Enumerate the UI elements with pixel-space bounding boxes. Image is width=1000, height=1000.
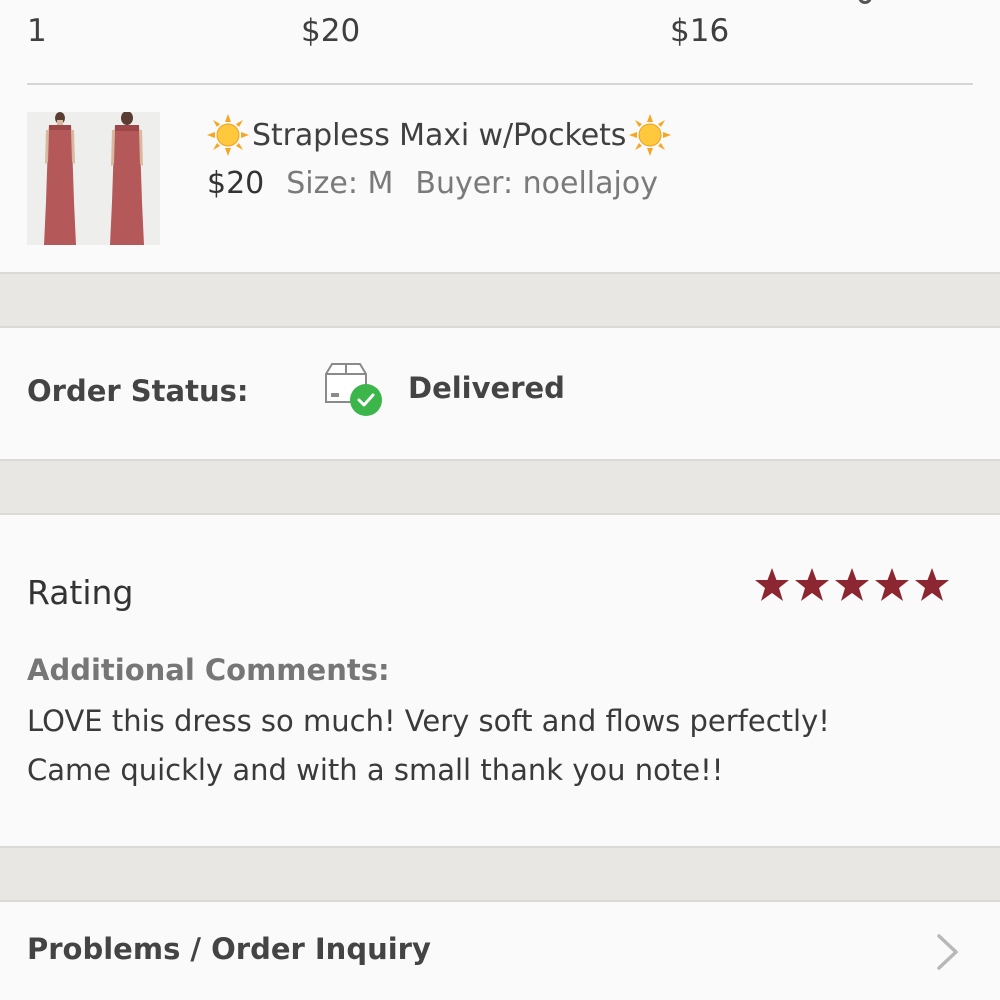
dress-front-image bbox=[27, 112, 93, 245]
summary-earnings: $16 bbox=[670, 13, 730, 49]
comments-line: LOVE this dress so much! Very soft and f… bbox=[27, 704, 830, 738]
summary-quantity: 1 bbox=[27, 13, 47, 49]
section-separator bbox=[0, 459, 1000, 515]
star-rating bbox=[752, 565, 952, 605]
star-icon bbox=[875, 568, 909, 601]
order-summary-row: 1 $20 $16 bbox=[0, 0, 1000, 84]
product-size: Size: M bbox=[286, 166, 394, 201]
sun-emoji-icon bbox=[629, 114, 672, 156]
section-separator bbox=[0, 272, 1000, 328]
order-status-label: Order Status: bbox=[27, 374, 249, 408]
comments-label: Additional Comments: bbox=[27, 653, 390, 687]
product-thumbnail[interactable] bbox=[27, 112, 160, 245]
order-status-value: Delivered bbox=[408, 371, 565, 405]
comments-text: LOVE this dress so much! Very soft and f… bbox=[27, 697, 977, 795]
product-price: $20 bbox=[207, 166, 265, 201]
package-delivered-icon bbox=[325, 363, 382, 416]
section-separator bbox=[0, 846, 1000, 902]
sun-emoji-icon bbox=[207, 114, 249, 156]
rating-title: Rating bbox=[27, 573, 134, 612]
rating-section: Rating Additional Comments: LOVE this dr… bbox=[0, 515, 1000, 846]
order-details-page: 1 $20 $16 Strapless Maxi w/Pockets $20 S… bbox=[0, 0, 1000, 1000]
product-row[interactable]: Strapless Maxi w/Pockets $20 Size: M Buyer… bbox=[0, 85, 1000, 273]
problems-label: Problems / Order Inquiry bbox=[27, 932, 431, 966]
chevron-right-icon bbox=[937, 934, 958, 970]
comments-line: Came quickly and with a small thank you … bbox=[27, 753, 724, 787]
star-icon bbox=[835, 568, 869, 601]
product-buyer: Buyer: noellajoy bbox=[415, 166, 658, 201]
star-icon bbox=[795, 568, 829, 601]
product-meta: $20 Size: M Buyer: noellajoy bbox=[207, 164, 658, 204]
dress-back-image bbox=[94, 112, 160, 245]
product-title: Strapless Maxi w/Pockets bbox=[252, 117, 627, 153]
cut-off-text-fragment bbox=[858, 0, 872, 4]
product-title-line: Strapless Maxi w/Pockets bbox=[206, 113, 672, 157]
star-icon bbox=[915, 568, 949, 601]
problems-order-inquiry-row[interactable]: Problems / Order Inquiry bbox=[0, 902, 1000, 1000]
order-status-row: Order Status: Delivered bbox=[0, 328, 1000, 459]
summary-price: $20 bbox=[301, 13, 361, 49]
star-icon bbox=[755, 568, 789, 601]
